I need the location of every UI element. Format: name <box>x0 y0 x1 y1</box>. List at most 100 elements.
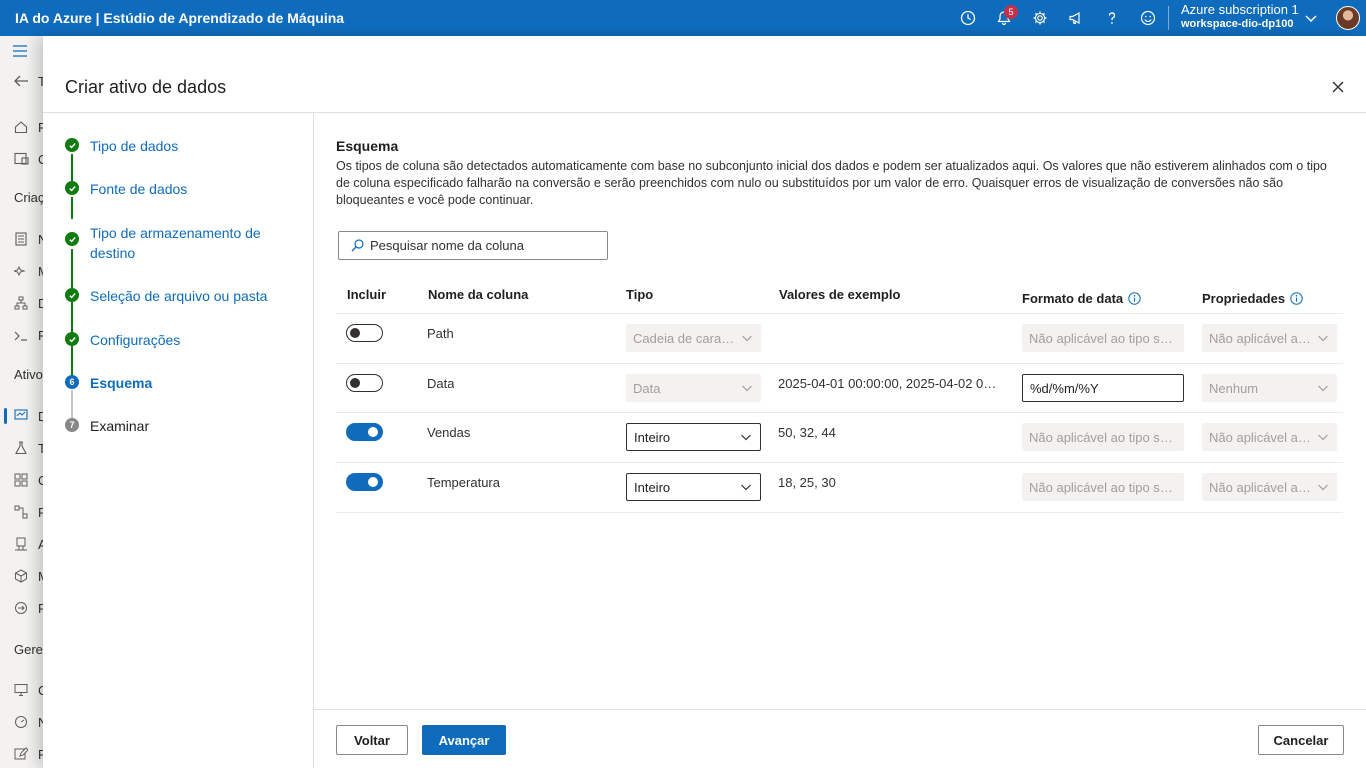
step-label: Esquema <box>90 375 153 391</box>
labeling-edit-icon[interactable] <box>14 747 28 761</box>
type-dropdown[interactable]: Cadeia de caracteres <box>626 324 761 352</box>
components-icon[interactable] <box>14 473 28 487</box>
step-label: Seleção de arquivo ou pasta <box>90 288 268 304</box>
sample-values: 18, 25, 30 <box>778 475 836 490</box>
chevron-down-icon <box>1318 484 1328 491</box>
step-data-source[interactable]: Fonte de dados <box>65 179 280 199</box>
hamburger-menu-icon[interactable] <box>12 44 28 58</box>
data-icon[interactable] <box>14 409 30 423</box>
create-data-asset-panel: Criar ativo de dados Tipo de dados Fonte… <box>43 36 1366 768</box>
left-navigation-rail: T F C Criaç N M D F Ativo D T C F A M F … <box>0 36 49 768</box>
home-icon[interactable] <box>14 120 28 134</box>
next-button[interactable]: Avançar <box>422 725 506 755</box>
models-cube-icon[interactable] <box>14 569 28 583</box>
app-title[interactable]: IA do Azure | Estúdio de Aprendizado de … <box>0 10 344 26</box>
schema-description: Os tipos de coluna são detectados automa… <box>336 159 1327 207</box>
type-dropdown-value: Inteiro <box>634 429 671 445</box>
column-name: Path <box>427 326 454 341</box>
feedback-smiley-icon[interactable] <box>1130 0 1166 36</box>
date-format-value: Não aplicável ao tipo selecionado <box>1029 330 1184 346</box>
include-toggle[interactable] <box>346 324 383 342</box>
close-icon[interactable] <box>1330 79 1346 95</box>
type-dropdown-value: Inteiro <box>634 479 671 495</box>
column-search-box[interactable] <box>338 231 608 260</box>
date-format-field[interactable]: Não aplicável ao tipo selecionado <box>1022 324 1184 352</box>
step-complete-check-icon <box>65 288 79 302</box>
notebook-icon[interactable] <box>15 232 27 246</box>
back-button[interactable]: Voltar <box>336 725 408 755</box>
compute-monitor-icon[interactable] <box>14 683 28 697</box>
pipelines-icon[interactable] <box>14 505 28 519</box>
step-complete-check-icon <box>65 332 79 346</box>
step-complete-check-icon <box>65 181 79 195</box>
user-avatar[interactable] <box>1336 6 1360 30</box>
step-label: Fonte de dados <box>90 181 188 197</box>
notifications-bell-icon[interactable]: 5 <box>986 0 1022 36</box>
date-format-field[interactable]: Não aplicável ao tipo selecionado <box>1022 473 1184 501</box>
type-dropdown[interactable]: Data <box>626 374 761 402</box>
include-toggle[interactable] <box>346 473 383 491</box>
search-icon <box>351 239 364 252</box>
step-label: Configurações <box>90 332 181 348</box>
properties-dropdown[interactable]: Não aplicável ao tipo selecionado <box>1202 324 1337 352</box>
include-toggle[interactable] <box>346 423 383 441</box>
designer-icon[interactable] <box>14 296 28 310</box>
properties-dropdown-value: Nenhum <box>1209 380 1259 396</box>
account-switcher[interactable]: Azure subscription 1 workspace-dio-dp100 <box>1181 2 1299 32</box>
step-connector <box>71 390 73 419</box>
account-chevron-down-icon[interactable] <box>1304 11 1318 25</box>
properties-dropdown-value: Não aplicável ao tipo selecionado <box>1209 479 1313 495</box>
automl-icon[interactable] <box>14 264 28 278</box>
chevron-down-icon <box>742 385 752 392</box>
step-destination-storage-type[interactable]: Tipo de armazenamento de destino <box>65 223 280 263</box>
date-format-field[interactable]: Não aplicável ao tipo selecionado <box>1022 423 1184 451</box>
date-format-field[interactable]: %d/%m/%Y <box>1022 374 1184 402</box>
rail-selected-indicator <box>4 408 7 424</box>
row-divider <box>336 462 1343 463</box>
type-dropdown[interactable]: Inteiro <box>626 473 761 501</box>
top-bar-divider <box>1168 6 1169 30</box>
chevron-down-icon <box>742 335 752 342</box>
environments-icon[interactable] <box>14 537 28 551</box>
info-icon[interactable] <box>1128 292 1141 305</box>
header-date-format-label: Formato de data <box>1022 291 1124 306</box>
step-connector <box>71 302 73 333</box>
info-icon[interactable] <box>1290 292 1303 305</box>
header-include: Incluir <box>347 287 387 302</box>
column-search-input[interactable] <box>370 238 600 253</box>
date-format-value: Não aplicável ao tipo selecionado <box>1029 429 1184 445</box>
chevron-down-icon <box>1318 335 1328 342</box>
header-properties-label: Propriedades <box>1202 291 1286 306</box>
catalog-icon[interactable] <box>14 152 30 166</box>
step-file-or-folder-selection[interactable]: Seleção de arquivo ou pasta <box>65 286 290 306</box>
cancel-button[interactable]: Cancelar <box>1258 725 1344 755</box>
endpoints-icon[interactable] <box>14 601 28 615</box>
step-data-type[interactable]: Tipo de dados <box>65 136 280 156</box>
properties-dropdown[interactable]: Não aplicável ao tipo selecionado <box>1202 473 1337 501</box>
prompt-flow-icon[interactable] <box>14 330 28 342</box>
help-question-icon[interactable] <box>1094 0 1130 36</box>
settings-gear-icon[interactable] <box>1022 0 1058 36</box>
header-sample-values: Valores de exemplo <box>779 287 901 302</box>
step-label: Tipo de dados <box>90 138 179 154</box>
type-dropdown-value: Data <box>633 380 661 396</box>
type-dropdown[interactable]: Inteiro <box>626 423 761 451</box>
step-review[interactable]: 7 Examinar <box>65 416 280 436</box>
top-bar: IA do Azure | Estúdio de Aprendizado de … <box>0 0 1366 36</box>
back-arrow-icon[interactable] <box>13 74 29 88</box>
row-divider <box>336 412 1343 413</box>
step-settings[interactable]: Configurações <box>65 330 280 350</box>
sample-values: 50, 32, 44 <box>778 425 836 440</box>
row-divider <box>336 313 1343 314</box>
step-complete-check-icon <box>65 232 79 246</box>
announcements-megaphone-icon[interactable] <box>1058 0 1094 36</box>
step-schema[interactable]: 6 Esquema <box>65 373 280 393</box>
jobs-flask-icon[interactable] <box>15 441 27 455</box>
history-icon[interactable] <box>950 0 986 36</box>
steps-divider <box>313 113 314 768</box>
footer-divider <box>314 709 1366 710</box>
include-toggle[interactable] <box>346 374 383 392</box>
properties-dropdown[interactable]: Nenhum <box>1202 374 1337 402</box>
monitoring-gauge-icon[interactable] <box>14 715 28 729</box>
properties-dropdown[interactable]: Não aplicável ao tipo selecionado <box>1202 423 1337 451</box>
